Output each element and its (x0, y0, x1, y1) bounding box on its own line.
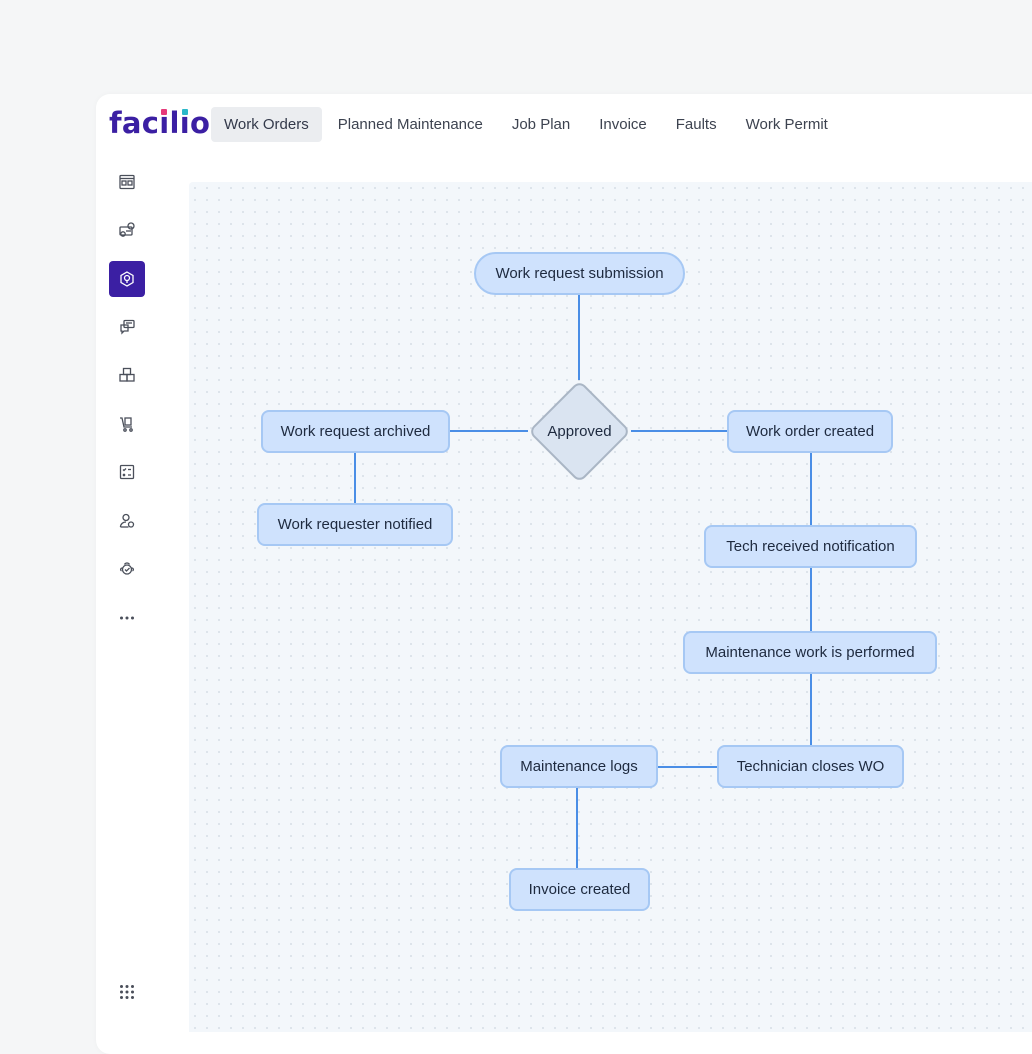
node-work-requester-notified[interactable]: Work requester notified (257, 503, 453, 546)
dashboard-icon (119, 174, 135, 190)
sidebar-item-inventory[interactable] (109, 357, 145, 393)
node-technician-closes-wo[interactable]: Technician closes WO (717, 745, 904, 788)
node-work-order-created[interactable]: Work order created (727, 410, 893, 453)
logo-i-teal: ı (179, 106, 191, 140)
tab-planned-maintenance[interactable]: Planned Maintenance (325, 107, 496, 142)
logo-text-part: fac (109, 106, 160, 140)
node-work-request-submission[interactable]: Work request submission (474, 252, 685, 295)
sidebar-item-maintenance[interactable] (109, 261, 145, 297)
logo-text-part: l (169, 106, 180, 140)
node-tech-received-notification[interactable]: Tech received notification (704, 525, 917, 568)
tab-work-permit[interactable]: Work Permit (733, 107, 841, 142)
procurement-icon (120, 417, 133, 432)
facilio-logo[interactable]: facı lı o (109, 106, 210, 140)
sidebar-item-dashboard[interactable] (109, 164, 145, 200)
apps-grid-button[interactable] (109, 974, 145, 1010)
vendor-icon (119, 562, 135, 575)
tab-invoice[interactable]: Invoice (586, 107, 660, 142)
sidebar-item-assets[interactable] (109, 212, 145, 248)
top-navigation: facı lı o Work Orders Planned Maintenance … (96, 94, 1032, 156)
sidebar-item-requests[interactable] (109, 309, 145, 345)
module-tabs: Work Orders Planned Maintenance Job Plan… (211, 107, 844, 142)
node-maintenance-logs[interactable]: Maintenance logs (500, 745, 658, 788)
sidebar-item-people[interactable] (109, 503, 145, 539)
sidebar-item-more[interactable] (109, 600, 145, 636)
apps-grid-icon (120, 985, 134, 999)
requests-icon (120, 319, 135, 335)
inventory-icon (119, 367, 135, 382)
sidebar-item-procurement[interactable] (109, 406, 145, 442)
tab-job-plan[interactable]: Job Plan (499, 107, 583, 142)
maintenance-icon (120, 271, 134, 287)
logo-text-part: o (190, 106, 211, 140)
sidebar-item-vendors[interactable] (109, 551, 145, 587)
sidebar (96, 160, 158, 1032)
asset-icon (119, 222, 135, 237)
node-approved-decision[interactable]: Approved (527, 379, 632, 484)
node-work-request-archived[interactable]: Work request archived (261, 410, 450, 453)
tab-faults[interactable]: Faults (663, 107, 730, 142)
decision-label: Approved (547, 423, 612, 440)
sidebar-item-checklist[interactable] (109, 454, 145, 490)
more-icon (120, 616, 134, 620)
logo-i-pink: ı (159, 106, 170, 140)
node-maintenance-work-performed[interactable]: Maintenance work is performed (683, 631, 937, 674)
node-invoice-created[interactable]: Invoice created (509, 868, 650, 911)
tab-work-orders[interactable]: Work Orders (211, 107, 322, 142)
people-icon (119, 513, 135, 528)
checklist-icon (119, 464, 135, 480)
